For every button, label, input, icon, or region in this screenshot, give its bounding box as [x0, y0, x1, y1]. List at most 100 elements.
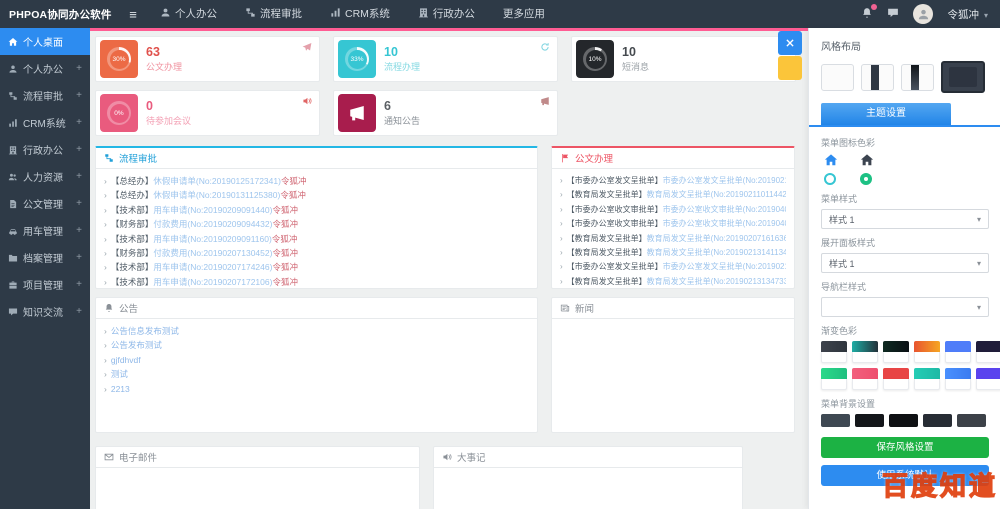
- top-menu-item[interactable]: CRM系统: [318, 0, 402, 28]
- radio-checked-green[interactable]: [860, 173, 872, 185]
- sidebar-item[interactable]: 用车管理: [0, 217, 90, 244]
- menu-bg-swatch[interactable]: [923, 414, 952, 427]
- top-menu-item[interactable]: 更多应用: [491, 0, 557, 28]
- list-item[interactable]: 【教育局发文呈批单】教育局发文呈批单(No:20190213141134)令狐冲: [560, 246, 786, 260]
- list-item-link[interactable]: 用车申请(No:20190207174246): [153, 262, 272, 272]
- sidebar-item[interactable]: CRM系统: [0, 109, 90, 136]
- sidebar-item[interactable]: 个人桌面: [0, 28, 90, 55]
- avatar[interactable]: [913, 4, 933, 24]
- list-item[interactable]: 公告信息发布测试: [104, 324, 529, 338]
- sidebar-item[interactable]: 流程审批: [0, 82, 90, 109]
- use-default-button[interactable]: 使用系统默认: [821, 465, 989, 486]
- gradient-swatch[interactable]: [945, 368, 971, 390]
- radio-unchecked[interactable]: [824, 173, 836, 185]
- sidebar-item[interactable]: 公文管理: [0, 190, 90, 217]
- list-item[interactable]: 【财务部】付款费用(No:20190209094432)令狐冲: [104, 217, 529, 231]
- gradient-swatch[interactable]: [914, 368, 940, 390]
- list-item[interactable]: 【技术部】用车申请(No:20190209091160)令狐冲: [104, 232, 529, 246]
- list-item[interactable]: 【技术部】用车申请(No:20190209091440)令狐冲: [104, 203, 529, 217]
- stat-card[interactable]: 33% 10 流程办理: [333, 36, 558, 82]
- list-item-link[interactable]: 休假申请单(No:20190131125380): [153, 190, 280, 200]
- top-menu-item[interactable]: 个人办公: [148, 0, 229, 28]
- list-item-link[interactable]: 公告信息发布测试: [111, 326, 179, 336]
- chat-icon[interactable]: [887, 7, 899, 21]
- layout-thumb-2[interactable]: [861, 64, 894, 91]
- save-style-button[interactable]: 保存风格设置: [821, 437, 989, 458]
- list-item-link[interactable]: 用车申请(No:20190209091160): [153, 234, 271, 244]
- gradient-swatch[interactable]: [945, 341, 971, 363]
- layout-thumb-4[interactable]: [941, 61, 985, 93]
- sidebar-item[interactable]: 项目管理: [0, 271, 90, 298]
- tab-theme-settings[interactable]: 主题设置: [821, 103, 951, 125]
- expand-style-select[interactable]: 样式 1: [821, 253, 989, 273]
- list-item[interactable]: 【市委办公室发文呈批单】市委办公室发文呈批单(No:20190213154207…: [560, 260, 786, 274]
- sidebar-item[interactable]: 档案管理: [0, 244, 90, 271]
- list-item-link[interactable]: 休假申请单(No:20190125172341): [153, 176, 281, 186]
- list-item-link[interactable]: gjfdhvdf: [111, 355, 141, 365]
- list-item[interactable]: 【市委办公室收文审批单】市委办公室收文审批单(No:20190400004005…: [560, 217, 786, 231]
- expand-plus-icon[interactable]: [76, 279, 82, 290]
- list-item[interactable]: 【技术部】用车申请(No:20190207174246)令狐冲: [104, 260, 529, 274]
- list-item-link[interactable]: 市委办公室收文审批单(No:20190400004012): [663, 205, 786, 214]
- list-item-link[interactable]: 2213: [111, 384, 130, 394]
- list-item-link[interactable]: 教育局发文呈批单(No:20190211011442): [647, 190, 786, 199]
- list-item-link[interactable]: 教育局发文呈批单(No:20190213134733): [647, 277, 786, 286]
- gradient-swatch[interactable]: [852, 368, 878, 390]
- list-item[interactable]: 【教育局发文呈批单】教育局发文呈批单(No:20190213134733)令狐冲: [560, 275, 786, 289]
- list-item-link[interactable]: 市委办公室发文呈批单(No:20190213154207): [663, 262, 786, 271]
- gradient-swatch[interactable]: [821, 368, 847, 390]
- gradient-swatch[interactable]: [883, 368, 909, 390]
- list-item[interactable]: 【总经办】休假申请单(No:20190131125380)令狐冲: [104, 188, 529, 202]
- gradient-swatch[interactable]: [821, 341, 847, 363]
- sidebar-item[interactable]: 知识交流: [0, 298, 90, 325]
- list-item-link[interactable]: 付款费用(No:20190207130452): [153, 248, 272, 258]
- expand-plus-icon[interactable]: [76, 252, 82, 263]
- gradient-swatch[interactable]: [976, 341, 1000, 363]
- list-item[interactable]: 公告发布测试: [104, 338, 529, 352]
- home-solid-icon[interactable]: [860, 153, 874, 167]
- expand-plus-icon[interactable]: [76, 171, 82, 182]
- menu-bg-swatch[interactable]: [889, 414, 918, 427]
- layout-thumb-1[interactable]: [821, 64, 854, 91]
- stat-card[interactable]: 0% 0 待参加会议: [95, 90, 320, 136]
- stat-card[interactable]: 6 通知公告: [333, 90, 558, 136]
- expand-plus-icon[interactable]: [76, 117, 82, 128]
- gradient-swatch[interactable]: [976, 368, 1000, 390]
- gradient-swatch[interactable]: [883, 341, 909, 363]
- sidebar-item[interactable]: 行政办公: [0, 136, 90, 163]
- list-item[interactable]: 【总经办】休假申请单(No:20190125172341)令狐冲: [104, 174, 529, 188]
- menu-bg-swatch[interactable]: [855, 414, 884, 427]
- list-item[interactable]: 【财务部】付款费用(No:20190207130452)令狐冲: [104, 246, 529, 260]
- menu-bg-swatch[interactable]: [821, 414, 850, 427]
- list-item-link[interactable]: 付款费用(No:20190209094432): [153, 219, 272, 229]
- top-menu-item[interactable]: 行政办公: [406, 0, 487, 28]
- list-item-link[interactable]: 教育局发文呈批单(No:20190213141134): [647, 248, 786, 257]
- list-item[interactable]: 【市委办公室收文审批单】市委办公室收文审批单(No:20190400004012…: [560, 203, 786, 217]
- list-item[interactable]: 【教育局发文呈批单】教育局发文呈批单(No:20190207161636)令狐冲: [560, 232, 786, 246]
- list-item[interactable]: 【技术部】用车申请(No:20190207172106)令狐冲: [104, 275, 529, 289]
- expand-plus-icon[interactable]: [76, 90, 82, 101]
- menu-bg-swatch[interactable]: [957, 414, 986, 427]
- nav-style-select[interactable]: [821, 297, 989, 317]
- expand-plus-icon[interactable]: [76, 306, 82, 317]
- list-item[interactable]: 【市委办公室发文呈批单】市委办公室发文呈批单(No:20190211101046…: [560, 174, 786, 188]
- list-item[interactable]: 测试: [104, 367, 529, 381]
- theme-toggle-button[interactable]: [778, 56, 802, 80]
- list-item-link[interactable]: 公告发布测试: [111, 340, 162, 350]
- top-menu-item[interactable]: 流程审批: [233, 0, 314, 28]
- list-item-link[interactable]: 市委办公室收文审批单(No:20190400004005): [663, 219, 786, 228]
- layout-thumb-3[interactable]: [901, 64, 934, 91]
- list-item-link[interactable]: 用车申请(No:20190209091440): [153, 205, 272, 215]
- stat-card[interactable]: 10% 10 短消息: [571, 36, 796, 82]
- gradient-swatch[interactable]: [914, 341, 940, 363]
- list-item-link[interactable]: 测试: [111, 369, 128, 379]
- list-item-link[interactable]: 用车申请(No:20190207172106): [153, 277, 272, 287]
- hamburger-menu-icon[interactable]: [118, 7, 148, 22]
- list-item-link[interactable]: 市委办公室发文呈批单(No:20190211101046): [663, 176, 786, 185]
- gradient-swatch[interactable]: [852, 341, 878, 363]
- sidebar-item[interactable]: 人力资源: [0, 163, 90, 190]
- home-outline-icon[interactable]: [824, 153, 838, 167]
- list-item[interactable]: gjfdhvdf: [104, 353, 529, 367]
- close-settings-button[interactable]: [778, 31, 802, 55]
- expand-plus-icon[interactable]: [76, 198, 82, 209]
